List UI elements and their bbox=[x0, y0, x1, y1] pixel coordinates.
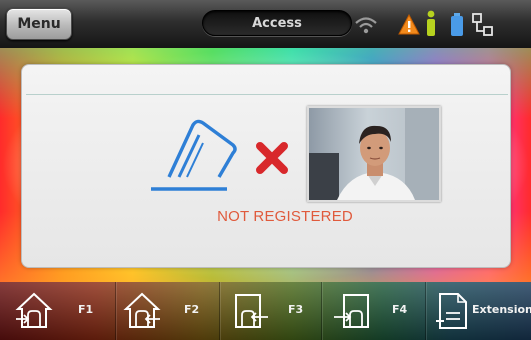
menu-button[interactable]: Menu bbox=[6, 8, 72, 40]
warning-icon bbox=[398, 13, 420, 36]
battery-icon bbox=[450, 13, 464, 37]
f1-label: F1 bbox=[78, 303, 94, 316]
document-add-icon bbox=[432, 291, 472, 331]
f1-button[interactable]: F1 bbox=[0, 282, 116, 340]
enter-arrow-icon bbox=[332, 291, 372, 331]
screen-title: Access bbox=[202, 10, 352, 36]
home-return-icon bbox=[122, 291, 162, 331]
user-status-icon bbox=[424, 10, 438, 38]
wifi-icon bbox=[352, 12, 380, 36]
f4-label: F4 bbox=[392, 303, 408, 316]
network-icon bbox=[472, 13, 494, 37]
f2-label: F2 bbox=[184, 303, 200, 316]
registration-status: NOT REGISTERED bbox=[217, 208, 353, 225]
captured-photo bbox=[307, 106, 441, 202]
f3-label: F3 bbox=[288, 303, 304, 316]
f2-button[interactable]: F2 bbox=[116, 282, 220, 340]
enter-door-icon bbox=[14, 291, 54, 331]
top-status-bar: Menu Access bbox=[0, 0, 531, 48]
panel-divider bbox=[26, 94, 508, 95]
f3-button[interactable]: F3 bbox=[220, 282, 322, 340]
exit-door-icon bbox=[230, 291, 270, 331]
f4-button[interactable]: F4 bbox=[322, 282, 426, 340]
extension-button[interactable]: Extension bbox=[426, 282, 531, 340]
extension-label: Extension bbox=[472, 303, 531, 316]
error-x-icon bbox=[255, 139, 291, 175]
fingerprint-reader-icon bbox=[147, 117, 237, 193]
